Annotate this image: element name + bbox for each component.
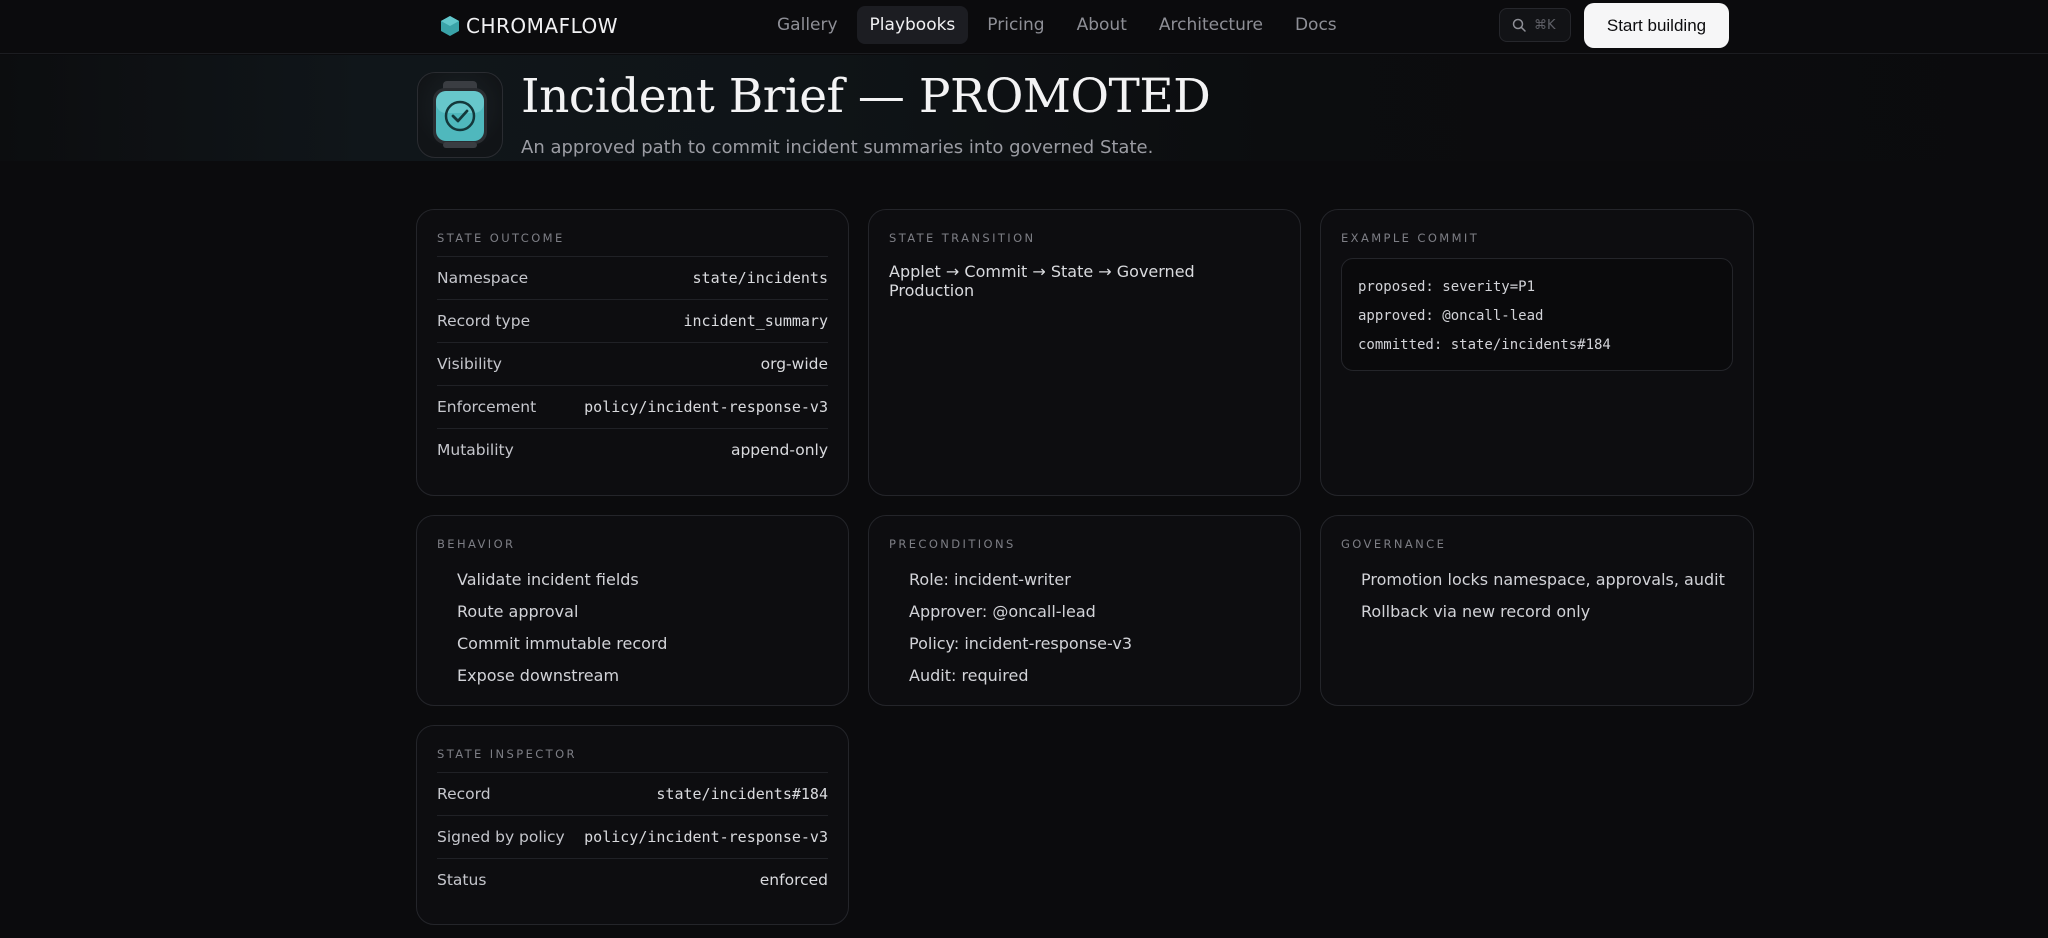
status-value: enforced	[759, 871, 828, 889]
search-button[interactable]: ⌘K	[1499, 8, 1571, 42]
kv-row: Record type incident_summary	[437, 299, 828, 342]
kv-row: Namespace state/incidents	[437, 256, 828, 299]
page-subtitle: An approved path to commit incident summ…	[521, 137, 1154, 158]
governance-card: GOVERNANCE Promotion locks namespace, ap…	[1320, 515, 1754, 706]
list-item: Validate incident fields	[457, 570, 639, 589]
nav-gallery[interactable]: Gallery	[764, 6, 851, 44]
list-item: Commit immutable record	[457, 634, 668, 653]
search-shortcut: ⌘K	[1534, 17, 1556, 33]
start-building-button[interactable]: Start building	[1584, 3, 1729, 48]
kv-key: Status	[437, 871, 487, 889]
preconditions-list: Role: incident-writer Approver: @oncall-…	[889, 564, 1280, 692]
kv-value: policy/incident-response-v3	[584, 828, 828, 846]
kv-value: policy/incident-response-v3	[584, 398, 828, 416]
kv-key: Record type	[437, 312, 531, 330]
list-item: Approver: @oncall-lead	[909, 602, 1096, 621]
kv-row: Mutability append-only	[437, 428, 828, 471]
card-label: BEHAVIOR	[437, 537, 516, 551]
behavior-card: BEHAVIOR Validate incident fields Route …	[416, 515, 849, 706]
brand-name: CHROMAFLOW	[466, 14, 619, 38]
list-item: Expose downstream	[457, 666, 620, 685]
kv-key: Visibility	[437, 355, 502, 373]
card-label: STATE OUTCOME	[437, 231, 565, 245]
state-transition-card: STATE TRANSITION Applet → Commit → State…	[868, 209, 1301, 496]
kv-row: Status enforced	[437, 858, 828, 901]
nav-docs[interactable]: Docs	[1282, 6, 1350, 44]
kv-row: Visibility org-wide	[437, 342, 828, 385]
state-inspector-list: Record state/incidents#184 Signed by pol…	[437, 772, 828, 901]
card-label: PRECONDITIONS	[889, 537, 1016, 551]
kv-key: Signed by policy	[437, 828, 565, 846]
nav-playbooks[interactable]: Playbooks	[856, 6, 969, 44]
kv-value: incident_summary	[683, 312, 829, 330]
nav-pricing[interactable]: Pricing	[974, 6, 1057, 44]
list-item: Role: incident-writer	[909, 570, 1071, 589]
governance-list: Promotion locks namespace, approvals, au…	[1341, 564, 1733, 628]
state-outcome-list: Namespace state/incidents Record type in…	[437, 256, 828, 471]
preconditions-card: PRECONDITIONS Role: incident-writer Appr…	[868, 515, 1301, 706]
kv-key: Namespace	[437, 269, 529, 287]
list-item: Promotion locks namespace, approvals, au…	[1361, 570, 1725, 589]
commit-code-block: proposed: severity=P1 approved: @oncall-…	[1341, 258, 1733, 371]
list-item: Route approval	[457, 602, 579, 621]
list-item: Policy: incident-response-v3	[909, 634, 1133, 653]
hexagon-logo-icon	[441, 16, 459, 36]
kv-key: Record	[437, 785, 491, 803]
card-label: STATE TRANSITION	[889, 231, 1036, 245]
kv-value: state/incidents	[692, 269, 828, 287]
state-outcome-card: STATE OUTCOME Namespace state/incidents …	[416, 209, 849, 496]
top-navigation-bar: CHROMAFLOW Gallery Playbooks Pricing Abo…	[0, 0, 2048, 54]
behavior-list: Validate incident fields Route approval …	[437, 564, 828, 692]
main-nav: Gallery Playbooks Pricing About Architec…	[764, 6, 1350, 44]
example-commit-card: EXAMPLE COMMIT proposed: severity=P1 app…	[1320, 209, 1754, 496]
card-label: STATE INSPECTOR	[437, 747, 577, 761]
state-transition-text: Applet → Commit → State → Governed Produ…	[889, 262, 1195, 300]
kv-value: state/incidents#184	[656, 785, 828, 803]
search-icon	[1512, 18, 1526, 32]
nav-about[interactable]: About	[1064, 6, 1140, 44]
card-label: EXAMPLE COMMIT	[1341, 231, 1480, 245]
hero-icon-frame	[417, 72, 503, 158]
state-inspector-card: STATE INSPECTOR Record state/incidents#1…	[416, 725, 849, 925]
kv-value: org-wide	[760, 355, 828, 373]
page-title: Incident Brief — PROMOTED	[521, 69, 1211, 124]
check-badge-icon	[433, 81, 487, 148]
list-item: Rollback via new record only	[1361, 602, 1591, 621]
kv-value: append-only	[730, 441, 828, 459]
code-line: approved: @oncall-lead	[1358, 308, 1544, 324]
brand-link[interactable]: CHROMAFLOW	[440, 13, 618, 39]
kv-row: Signed by policy policy/incident-respons…	[437, 815, 828, 858]
code-line: proposed: severity=P1	[1358, 279, 1536, 295]
kv-row: Record state/incidents#184	[437, 772, 828, 815]
card-label: GOVERNANCE	[1341, 537, 1447, 551]
kv-key: Mutability	[437, 441, 514, 459]
nav-architecture[interactable]: Architecture	[1146, 6, 1276, 44]
kv-key: Enforcement	[437, 398, 537, 416]
code-line: committed: state/incidents#184	[1358, 337, 1611, 353]
kv-row: Enforcement policy/incident-response-v3	[437, 385, 828, 428]
list-item: Audit: required	[909, 666, 1029, 685]
